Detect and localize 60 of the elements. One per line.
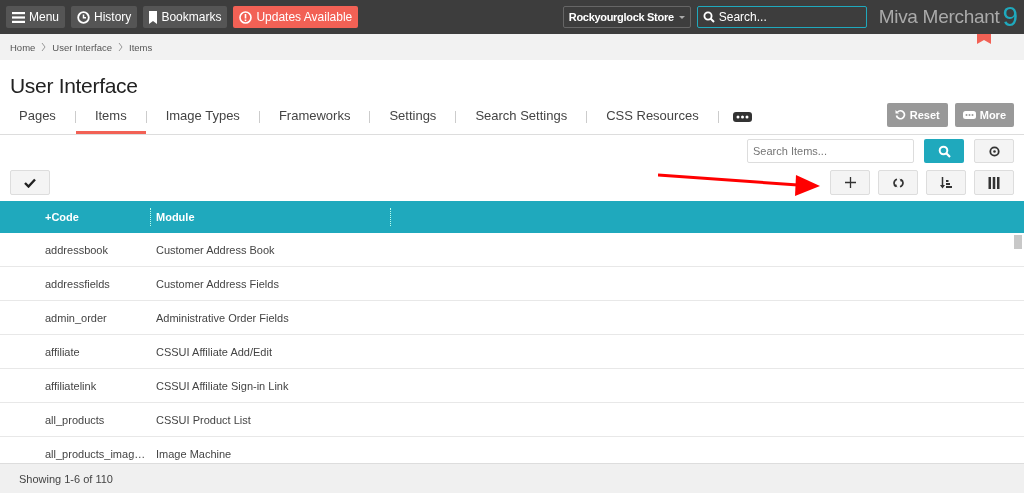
ellipsis-icon[interactable] [732, 112, 752, 122]
table-cell: CSSUI Affiliate Sign-in Link [156, 379, 289, 392]
undo-icon [894, 109, 906, 120]
table-cell: CSSUI Affiliate Add/Edit [156, 345, 272, 358]
history-button[interactable]: History [71, 6, 138, 28]
tab[interactable]: CSS Resources [587, 100, 718, 134]
refresh-button[interactable] [878, 170, 918, 195]
status-text: Showing 1-6 of 110 [19, 472, 113, 485]
bookmark-button[interactable]: Bookmarks [143, 6, 228, 28]
page-title: User Interface [9, 73, 139, 95]
alert-icon [239, 10, 253, 24]
bookmark-icon [149, 10, 158, 24]
table-cell-text: affiliate [45, 345, 81, 358]
chevron-icon [118, 43, 123, 51]
ellipsis-icon [962, 110, 976, 119]
logo-text: Miva Merchant [878, 6, 1000, 28]
search-button[interactable] [924, 139, 964, 163]
table-cell: Customer Address Book [156, 243, 275, 256]
table-cell: Customer Address Fields [156, 277, 279, 290]
scrollbar-thumb[interactable] [1014, 235, 1022, 249]
tab[interactable]: Frameworks [259, 100, 370, 134]
tab[interactable]: Image Types [146, 100, 259, 134]
search-icon [702, 11, 715, 23]
table-cell-text: all_products_imag… [45, 447, 147, 460]
menu-icon [12, 11, 25, 23]
table-cell-text: all_products [45, 413, 106, 426]
search-icon [937, 144, 951, 158]
clock-icon [77, 10, 91, 24]
settings-icon [988, 145, 1000, 157]
add-button[interactable] [830, 170, 870, 195]
search-field[interactable]: Search... [718, 10, 859, 24]
sort-button[interactable] [926, 170, 966, 195]
table-cell-text: admin_order [45, 311, 108, 324]
search-items-field[interactable]: Search Items... [747, 139, 914, 163]
table-cell-text: addressbook [45, 243, 109, 256]
plus-icon [844, 177, 856, 188]
search-box[interactable]: Search... [696, 6, 867, 28]
menu-button[interactable]: Menu [6, 6, 66, 28]
table-cell: CSSUI Product List [156, 413, 251, 426]
settings-button[interactable] [974, 139, 1014, 163]
select-all-button[interactable] [10, 170, 50, 195]
breadcrumb-link[interactable]: Items [129, 41, 153, 53]
tab[interactable]: Settings [370, 100, 456, 134]
tab[interactable]: Search Settings [456, 100, 587, 134]
tab[interactable]: Items [75, 100, 146, 134]
table-cell: Administrative Order Fields [156, 311, 289, 324]
columns-button[interactable] [974, 170, 1014, 195]
store-dropdown[interactable]: Rockyourglock Store [562, 6, 691, 28]
check-icon [24, 177, 36, 188]
breadcrumb-link[interactable]: Home [10, 41, 36, 53]
logo-mark: 9 [1002, 3, 1018, 31]
table-cell: Image Machine [156, 447, 232, 460]
chevron-icon [41, 43, 47, 51]
columns-icon [988, 176, 1000, 189]
breadcrumb-link[interactable]: User Interface [52, 41, 112, 53]
refresh-icon [892, 176, 904, 189]
table-cell-text: addressfields [45, 277, 111, 290]
sort-icon [940, 176, 952, 189]
tab[interactable]: Pages [0, 100, 75, 134]
table-cell-text: affiliatelink [45, 379, 98, 392]
